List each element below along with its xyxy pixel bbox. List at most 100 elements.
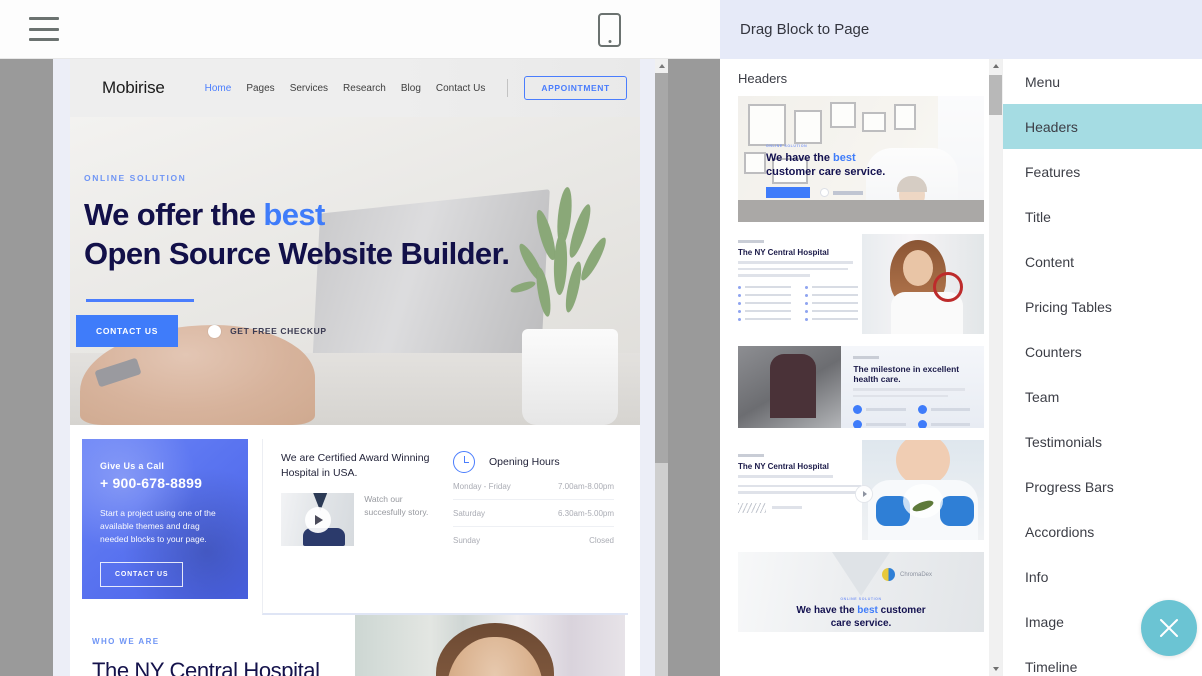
hours-time: 7.00am-8.00pm xyxy=(557,482,614,491)
hours-day: Sunday xyxy=(453,536,481,545)
blocks-scrollbar-thumb[interactable] xyxy=(989,75,1002,115)
nav-link-research[interactable]: Research xyxy=(343,83,386,94)
thumb4-line xyxy=(772,506,802,509)
scroll-up-icon[interactable] xyxy=(989,59,1002,73)
block-thumbnail[interactable]: The milestone in excellent health care. xyxy=(738,346,984,428)
canvas-gutter-left xyxy=(53,59,70,676)
thumb1-heading-accent: best xyxy=(833,152,856,164)
category-item-features[interactable]: Features xyxy=(1003,149,1202,194)
category-item-testimonials[interactable]: Testimonials xyxy=(1003,419,1202,464)
thumb4-photo xyxy=(862,440,984,540)
category-item-pricing-tables[interactable]: Pricing Tables xyxy=(1003,284,1202,329)
video-thumbnail[interactable] xyxy=(281,493,355,546)
category-item-title[interactable]: Title xyxy=(1003,194,1202,239)
thumb4-line xyxy=(738,491,856,494)
thumb2-feature-columns xyxy=(738,285,858,326)
category-item-content[interactable]: Content xyxy=(1003,239,1202,284)
play-triangle xyxy=(314,514,323,525)
thumb5-heading-a: We have the xyxy=(796,605,858,616)
thumb5-logo-text: ChromaDex xyxy=(899,571,932,578)
hero-section: ONLINE SOLUTION We offer the best Open S… xyxy=(70,117,640,425)
thumb5-heading-b: customer xyxy=(877,605,926,616)
call-card-contact-button[interactable]: CONTACT US xyxy=(100,562,184,587)
nav-link-contact-us[interactable]: Contact Us xyxy=(436,83,485,94)
thumb4-signature xyxy=(738,502,766,513)
thumb3-line xyxy=(853,388,965,391)
close-icon xyxy=(1160,619,1178,637)
scroll-down-icon[interactable] xyxy=(989,662,1002,676)
info-card-video-row: Watch our succesfully story. xyxy=(281,493,441,546)
play-circle-icon xyxy=(208,324,222,338)
nav-link-services[interactable]: Services xyxy=(290,83,328,94)
clock-icon xyxy=(453,451,475,473)
thumb4-line xyxy=(738,475,833,478)
blocks-panel: Drag Block to Page Headers ONLINE SOLUTI… xyxy=(720,0,1202,676)
category-item-headers[interactable]: Headers xyxy=(1003,104,1202,149)
preview-scrollbar[interactable] xyxy=(655,59,668,676)
thumb2-feature xyxy=(738,317,791,321)
thumb2-feature xyxy=(805,309,858,313)
block-thumbnail[interactable]: The NY Central Hospital xyxy=(738,440,984,540)
play-icon[interactable] xyxy=(304,506,331,533)
category-item-team[interactable]: Team xyxy=(1003,374,1202,419)
hamburger-menu-icon[interactable] xyxy=(29,17,59,41)
nav-link-pages[interactable]: Pages xyxy=(246,83,274,94)
thumb2-feature xyxy=(738,301,791,305)
hero-plant-pot xyxy=(522,329,618,425)
cards-strip: Give Us a Call + 900-678-8899 Start a pr… xyxy=(70,425,640,615)
panel-header: Drag Block to Page xyxy=(720,0,1202,59)
stethoscope-icon xyxy=(932,272,963,302)
thumb1-secondary-button xyxy=(820,188,863,197)
chevron-right-icon[interactable] xyxy=(856,486,872,502)
block-thumbnail[interactable]: ONLINE SOLUTION We have the best customer… xyxy=(738,96,984,222)
appointment-button[interactable]: APPOINTMENT xyxy=(524,76,627,100)
blocks-scrollbar[interactable] xyxy=(989,59,1002,676)
thumb5-heading: We have the best customer care service. xyxy=(738,604,984,630)
thumb1-heading-a: We have the xyxy=(766,152,834,164)
opening-hours-row: Monday - Friday 7.00am-8.00pm xyxy=(453,473,614,500)
blocks-list: Headers ONLINE SOLUTION We have the best… xyxy=(720,59,1002,676)
nav-link-blog[interactable]: Blog xyxy=(401,83,421,94)
thumb2-photo xyxy=(862,234,984,334)
nav-link-home[interactable]: Home xyxy=(205,83,232,94)
info-card: We are Certified Award Winning Hospital … xyxy=(262,439,628,615)
category-item-counters[interactable]: Counters xyxy=(1003,329,1202,374)
call-card-content: Give Us a Call + 900-678-8899 Start a pr… xyxy=(100,461,230,587)
thumb1-eyebrow: ONLINE SOLUTION xyxy=(766,144,808,148)
scroll-up-icon[interactable] xyxy=(655,59,668,73)
thumb5-heading-accent: best xyxy=(857,605,878,616)
thumb3-photo xyxy=(738,346,847,428)
thumb2-line xyxy=(738,267,849,270)
hero-cta-row: CONTACT US GET FREE CHECKUP xyxy=(76,315,327,347)
thumb2-line xyxy=(738,274,810,277)
hero-contact-us-button[interactable]: CONTACT US xyxy=(76,315,179,347)
block-thumbnail[interactable]: The NY Central Hospital xyxy=(738,234,984,334)
hero-headline-part1: We offer the xyxy=(84,197,264,232)
thumb3-person xyxy=(770,354,817,418)
mobile-device-icon[interactable] xyxy=(598,13,621,47)
thumb3-feature xyxy=(917,405,970,414)
site-preview-canvas: Mobirise Home Pages Services Research Bl… xyxy=(0,59,720,676)
hours-time: Closed xyxy=(589,536,614,545)
category-item-menu[interactable]: Menu xyxy=(1003,59,1202,104)
thumb2-feature xyxy=(738,285,791,289)
hero-underline xyxy=(86,299,194,302)
category-item-info[interactable]: Info xyxy=(1003,554,1202,599)
call-card-description: Start a project using one of the availab… xyxy=(100,508,216,544)
hamburger-line xyxy=(29,27,59,31)
thumb3-feature xyxy=(917,420,970,428)
thumb2-feature xyxy=(805,285,858,289)
preview-scrollbar-thumb[interactable] xyxy=(655,73,668,463)
close-panel-button[interactable] xyxy=(1141,600,1197,656)
site-logo: Mobirise xyxy=(102,78,165,97)
block-thumbnail[interactable]: ChromaDex ONLINE SOLUTION We have the be… xyxy=(738,552,984,632)
info-card-left: We are Certified Award Winning Hospital … xyxy=(281,451,441,613)
category-item-progress-bars[interactable]: Progress Bars xyxy=(1003,464,1202,509)
hero-get-free-checkup-button[interactable]: GET FREE CHECKUP xyxy=(230,326,327,336)
thumb5-logo: ChromaDex xyxy=(881,568,932,581)
panel-body: Headers ONLINE SOLUTION We have the best… xyxy=(720,59,1202,676)
thumb2-feature xyxy=(805,301,858,305)
hero-headline-accent: best xyxy=(263,197,325,232)
category-item-accordions[interactable]: Accordions xyxy=(1003,509,1202,554)
thumb2-line xyxy=(738,261,854,264)
